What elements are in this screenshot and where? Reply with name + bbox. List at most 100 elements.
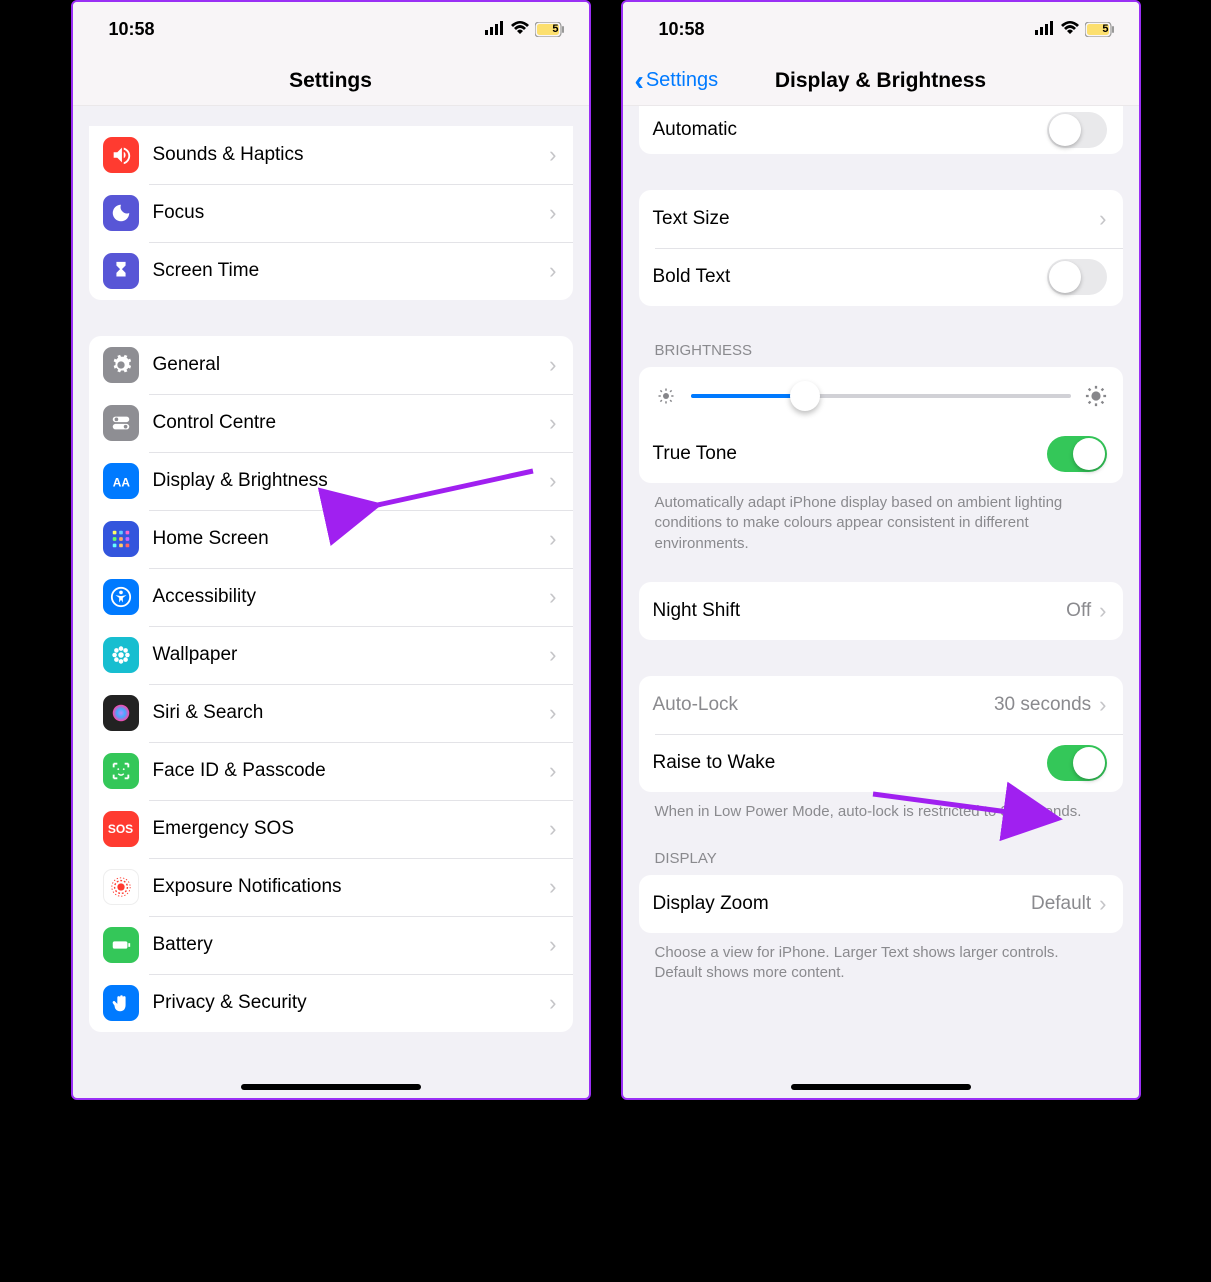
settings-row-privacy-security[interactable]: Privacy & Security› bbox=[89, 974, 573, 1032]
night-shift-label: Night Shift bbox=[653, 600, 1067, 622]
page-title: Display & Brightness bbox=[775, 69, 986, 93]
settings-row-general[interactable]: General› bbox=[89, 336, 573, 394]
true-tone-label: True Tone bbox=[653, 443, 1047, 465]
row-label: Home Screen bbox=[153, 528, 550, 550]
settings-row-screen-time[interactable]: Screen Time› bbox=[89, 242, 573, 300]
chevron-right-icon: › bbox=[549, 352, 556, 378]
gear-icon bbox=[103, 347, 139, 383]
raise-to-wake-row[interactable]: Raise to Wake bbox=[639, 734, 1123, 792]
hand-icon bbox=[103, 985, 139, 1021]
chevron-right-icon: › bbox=[549, 816, 556, 842]
chevron-right-icon: › bbox=[549, 932, 556, 958]
nav-header: Settings bbox=[73, 56, 589, 106]
automatic-label: Automatic bbox=[653, 119, 1047, 141]
row-label: Privacy & Security bbox=[153, 992, 550, 1014]
cellular-icon bbox=[485, 19, 505, 40]
settings-row-display-brightness[interactable]: AADisplay & Brightness› bbox=[89, 452, 573, 510]
status-time: 10:58 bbox=[659, 19, 705, 40]
speaker-icon bbox=[103, 137, 139, 173]
home-indicator[interactable] bbox=[791, 1084, 971, 1090]
sun-small-icon bbox=[655, 385, 677, 407]
settings-row-battery[interactable]: Battery› bbox=[89, 916, 573, 974]
automatic-row[interactable]: Automatic bbox=[639, 106, 1123, 154]
true-tone-footer: Automatically adapt iPhone display based… bbox=[655, 493, 1107, 554]
back-button[interactable]: ‹ Settings bbox=[635, 67, 719, 95]
chevron-right-icon: › bbox=[1099, 206, 1106, 232]
chevron-right-icon: › bbox=[549, 200, 556, 226]
home-indicator[interactable] bbox=[241, 1084, 421, 1090]
bold-text-toggle[interactable] bbox=[1047, 259, 1107, 295]
display-brightness-screen: 10:58 5 ‹ Settings Display & Brightness … bbox=[621, 0, 1141, 1100]
battery-level: 5 bbox=[552, 23, 558, 35]
settings-row-sounds-haptics[interactable]: Sounds & Haptics› bbox=[89, 126, 573, 184]
settings-row-wallpaper[interactable]: Wallpaper› bbox=[89, 626, 573, 684]
wifi-icon bbox=[510, 19, 530, 40]
row-label: General bbox=[153, 354, 550, 376]
status-icons: 5 bbox=[485, 19, 565, 40]
true-tone-row[interactable]: True Tone bbox=[639, 425, 1123, 483]
battery-icon: 5 bbox=[535, 22, 565, 37]
settings-row-siri-search[interactable]: Siri & Search› bbox=[89, 684, 573, 742]
display-zoom-footer: Choose a view for iPhone. Larger Text sh… bbox=[655, 943, 1107, 984]
brightness-header: BRIGHTNESS bbox=[655, 342, 1107, 359]
low-power-footer: When in Low Power Mode, auto-lock is res… bbox=[655, 802, 1107, 822]
true-tone-toggle[interactable] bbox=[1047, 436, 1107, 472]
brightness-slider-row[interactable] bbox=[639, 367, 1123, 425]
chevron-right-icon: › bbox=[549, 758, 556, 784]
status-bar: 10:58 5 bbox=[73, 2, 589, 56]
cellular-icon bbox=[1035, 19, 1055, 40]
row-label: Display & Brightness bbox=[153, 470, 550, 492]
chevron-right-icon: › bbox=[549, 410, 556, 436]
status-icons: 5 bbox=[1035, 19, 1115, 40]
row-label: Accessibility bbox=[153, 586, 550, 608]
row-label: Emergency SOS bbox=[153, 818, 550, 840]
accessibility-icon bbox=[103, 579, 139, 615]
row-label: Focus bbox=[153, 202, 550, 224]
status-time: 10:58 bbox=[109, 19, 155, 40]
settings-row-accessibility[interactable]: Accessibility› bbox=[89, 568, 573, 626]
status-bar: 10:58 5 bbox=[623, 2, 1139, 56]
page-title: Settings bbox=[289, 69, 372, 93]
row-label: Siri & Search bbox=[153, 702, 550, 724]
night-shift-row[interactable]: Night Shift Off › bbox=[639, 582, 1123, 640]
settings-row-focus[interactable]: Focus› bbox=[89, 184, 573, 242]
settings-row-control-centre[interactable]: Control Centre› bbox=[89, 394, 573, 452]
row-label: Control Centre bbox=[153, 412, 550, 434]
bold-text-row[interactable]: Bold Text bbox=[639, 248, 1123, 306]
chevron-right-icon: › bbox=[549, 642, 556, 668]
display-header: DISPLAY bbox=[655, 850, 1107, 867]
moon-icon bbox=[103, 195, 139, 231]
settings-screen: 10:58 5 Settings Sounds & Haptics›Focus›… bbox=[71, 0, 591, 1100]
chevron-right-icon: › bbox=[549, 142, 556, 168]
brightness-slider[interactable] bbox=[691, 394, 1071, 398]
display-zoom-row[interactable]: Display Zoom Default › bbox=[639, 875, 1123, 933]
chevron-right-icon: › bbox=[549, 258, 556, 284]
settings-row-emergency-sos[interactable]: SOS Emergency SOS› bbox=[89, 800, 573, 858]
settings-list[interactable]: Sounds & Haptics›Focus›Screen Time› Gene… bbox=[73, 106, 589, 1098]
settings-row-exposure-notifications[interactable]: Exposure Notifications› bbox=[89, 858, 573, 916]
automatic-toggle[interactable] bbox=[1047, 112, 1107, 148]
chevron-right-icon: › bbox=[1099, 692, 1106, 718]
display-settings-list[interactable]: Automatic Text Size › Bold Text BRIGHTNE… bbox=[623, 106, 1139, 1098]
sos-icon: SOS bbox=[103, 811, 139, 847]
chevron-right-icon: › bbox=[1099, 891, 1106, 917]
auto-lock-value: 30 seconds bbox=[994, 694, 1091, 716]
back-label: Settings bbox=[646, 69, 718, 92]
chevron-right-icon: › bbox=[549, 526, 556, 552]
svg-text:AA: AA bbox=[112, 476, 130, 490]
chevron-right-icon: › bbox=[549, 874, 556, 900]
settings-row-home-screen[interactable]: Home Screen› bbox=[89, 510, 573, 568]
row-label: Face ID & Passcode bbox=[153, 760, 550, 782]
row-label: Screen Time bbox=[153, 260, 550, 282]
raise-to-wake-toggle[interactable] bbox=[1047, 745, 1107, 781]
chevron-right-icon: › bbox=[549, 990, 556, 1016]
row-label: Exposure Notifications bbox=[153, 876, 550, 898]
settings-row-face-id-passcode[interactable]: Face ID & Passcode› bbox=[89, 742, 573, 800]
exposure-icon bbox=[103, 869, 139, 905]
faceid-icon bbox=[103, 753, 139, 789]
chevron-right-icon: › bbox=[549, 584, 556, 610]
battery-level: 5 bbox=[1102, 23, 1108, 35]
grid-icon bbox=[103, 521, 139, 557]
auto-lock-row[interactable]: Auto-Lock 30 seconds › bbox=[639, 676, 1123, 734]
text-size-row[interactable]: Text Size › bbox=[639, 190, 1123, 248]
